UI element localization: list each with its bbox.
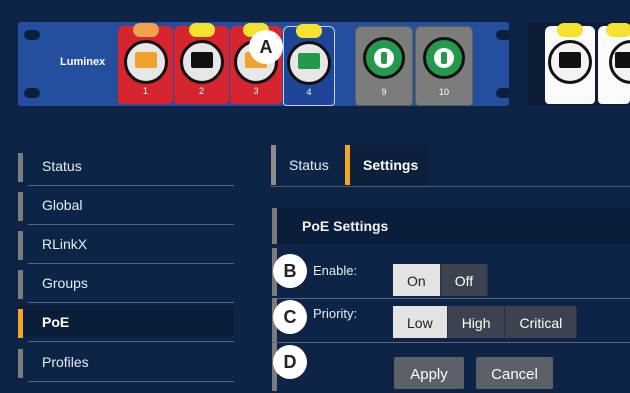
sidebar-item-groups[interactable]: Groups (18, 266, 234, 303)
enable-off-button[interactable]: Off (440, 264, 489, 296)
apply-button[interactable]: Apply (394, 357, 464, 389)
priority-low-button[interactable]: Low (393, 306, 448, 338)
priority-label: Priority: (313, 306, 358, 321)
fiber-connector-icon (363, 37, 405, 79)
sidebar-item-label: RLinkX (42, 236, 88, 252)
port-2[interactable]: 2 (174, 23, 229, 104)
enable-label: Enable: (313, 263, 358, 278)
fiber-connector-icon (423, 37, 465, 79)
port-4[interactable]: 4 (283, 24, 335, 106)
section-header: PoE Settings (272, 208, 630, 244)
port-1[interactable]: 1 (118, 23, 173, 104)
sidebar-item-label: Groups (42, 275, 88, 291)
divider (272, 298, 630, 299)
port-number: 10 (438, 87, 449, 97)
sidebar-item-global[interactable]: Global (18, 188, 234, 225)
cancel-button[interactable]: Cancel (476, 357, 553, 389)
port-9[interactable]: 9 (355, 26, 413, 106)
divider (271, 186, 630, 187)
ethernet-jack-icon (615, 52, 630, 68)
ethernet-jack-icon (559, 52, 581, 68)
ethernet-jack-icon (298, 53, 320, 69)
rack-ear-hole (496, 88, 512, 98)
port-number: 3 (253, 86, 259, 96)
tab-bar: Status Settings (271, 145, 630, 185)
ethernet-jack-icon (190, 52, 213, 68)
sidebar-item-poe[interactable]: PoE (18, 305, 234, 342)
priority-high-button[interactable]: High (447, 306, 506, 338)
sidebar-item-rlinkx[interactable]: RLinkX (18, 227, 234, 264)
tab-label: Settings (363, 157, 419, 173)
callout-b: B (273, 254, 307, 288)
port-number: 1 (142, 86, 148, 96)
port-tab (132, 23, 159, 37)
enable-toggle: On Off (393, 264, 489, 296)
port-tab (188, 23, 215, 37)
port-number: 2 (198, 86, 204, 96)
sidebar-item-label: PoE (42, 314, 70, 330)
callout-c: C (273, 300, 307, 334)
rack-ear-hole (24, 88, 40, 98)
brand-logo: Luminex (60, 56, 106, 68)
priority-selector: Low High Critical (393, 306, 578, 338)
enable-on-button[interactable]: On (393, 264, 441, 296)
second-device-port[interactable] (598, 23, 630, 104)
ethernet-jack-icon (134, 52, 157, 68)
port-tab (557, 23, 583, 37)
callout-d: D (273, 345, 307, 379)
divider (272, 342, 630, 343)
rack-ear-hole (24, 30, 40, 40)
port-tab (606, 23, 630, 37)
second-device-port[interactable] (545, 23, 595, 104)
section-title: PoE Settings (302, 218, 389, 234)
sidebar-item-status[interactable]: Status (18, 149, 234, 186)
callout-a: A (249, 30, 283, 64)
priority-critical-button[interactable]: Critical (505, 306, 578, 338)
sidebar-item-label: Profiles (42, 354, 89, 370)
port-number: 9 (381, 87, 387, 97)
sidebar-item-profiles[interactable]: Profiles (18, 345, 234, 382)
tab-label: Status (289, 157, 329, 173)
tab-status[interactable]: Status (271, 145, 343, 185)
sidebar-item-label: Status (42, 158, 82, 174)
port-number: 4 (306, 87, 312, 97)
port-tab (296, 24, 322, 38)
port-10[interactable]: 10 (415, 26, 473, 106)
rack-ear-hole (496, 30, 512, 40)
sidebar-item-label: Global (42, 197, 83, 213)
tab-settings[interactable]: Settings (345, 145, 429, 185)
